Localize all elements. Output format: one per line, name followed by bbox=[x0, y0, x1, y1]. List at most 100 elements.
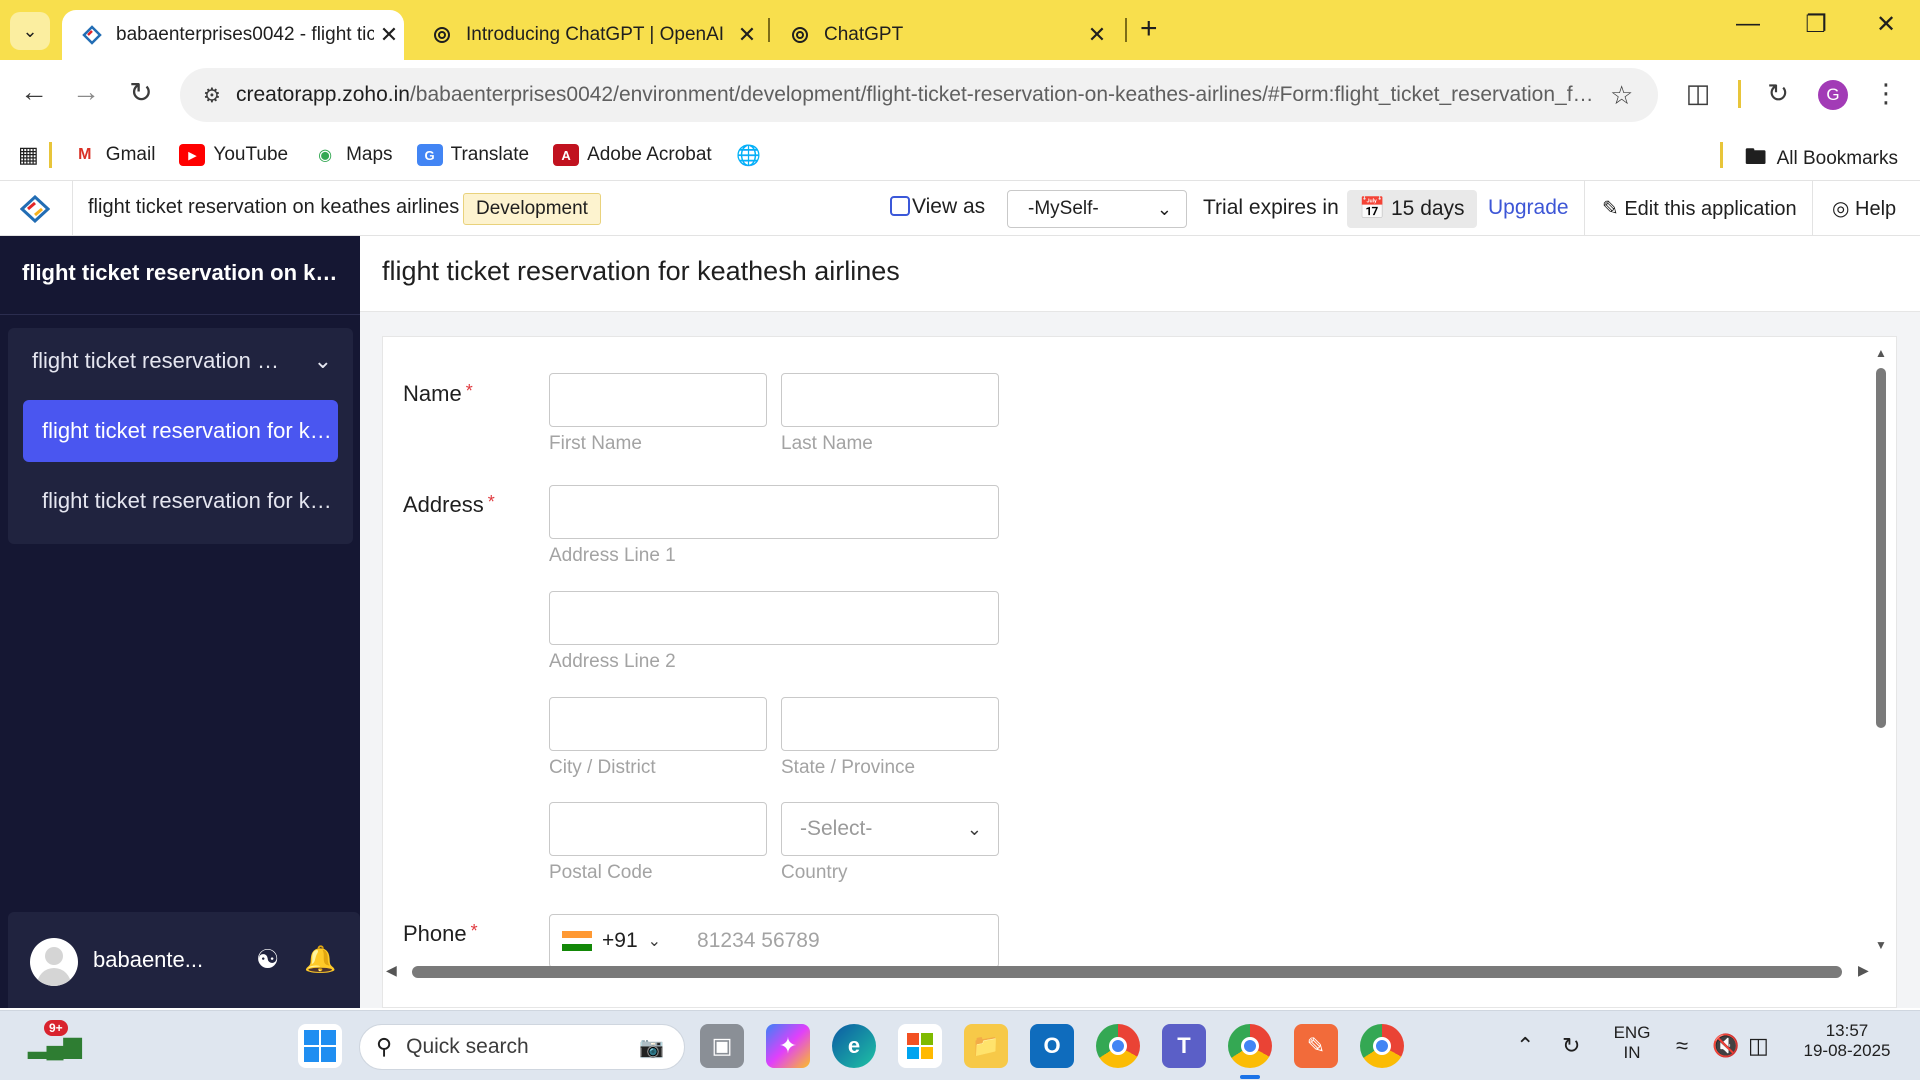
all-bookmarks-button[interactable]: 🖿 All Bookmarks bbox=[1745, 140, 1898, 178]
address-line2-input[interactable] bbox=[549, 591, 999, 645]
phone-input[interactable]: +91 ⌄ 81234 56789 bbox=[549, 914, 999, 968]
view-as-select[interactable]: -MySelf- ⌄ bbox=[1007, 190, 1187, 228]
microsoft-store-icon[interactable] bbox=[898, 1024, 942, 1068]
close-tab-icon[interactable]: ✕ bbox=[1082, 22, 1112, 48]
bookmark-gmail[interactable]: M Gmail bbox=[72, 144, 155, 166]
sidebar-item-report[interactable]: flight ticket reservation for keathesh a… bbox=[23, 470, 338, 532]
postal-code-input[interactable] bbox=[549, 802, 767, 856]
taskbar: ▂▄▆ ⚲ Quick search 📷 ▣ ✦ e 📁 O T ✎ ⌃ ↻ E… bbox=[0, 1010, 1920, 1080]
scroll-down-icon[interactable]: ▼ bbox=[1875, 938, 1887, 952]
scroll-up-icon[interactable]: ▲ bbox=[1875, 346, 1887, 360]
outlook-icon[interactable]: O bbox=[1030, 1024, 1074, 1068]
url-text[interactable]: creatorapp.zoho.in/babaenterprises0042/e… bbox=[236, 83, 1596, 107]
sidebar-item-form[interactable]: flight ticket reservation for keathesh a… bbox=[23, 400, 338, 462]
new-tab-button[interactable]: + bbox=[1140, 12, 1158, 46]
close-tab-icon[interactable]: ✕ bbox=[732, 22, 762, 48]
chrome-profile-icon[interactable] bbox=[1228, 1024, 1272, 1068]
close-window-icon[interactable]: ✕ bbox=[1866, 10, 1906, 39]
teams-icon[interactable]: T bbox=[1162, 1024, 1206, 1068]
bookmark-globe[interactable]: 🌐 bbox=[736, 144, 770, 167]
copilot-icon[interactable]: ✦ bbox=[766, 1024, 810, 1068]
region-code: IN bbox=[1623, 1043, 1641, 1062]
taskbar-search[interactable]: ⚲ Quick search 📷 bbox=[359, 1024, 685, 1070]
view-as-toggle[interactable]: View as bbox=[890, 195, 985, 219]
chrome-canary-icon[interactable] bbox=[1360, 1024, 1404, 1068]
forward-arrow-icon[interactable]: → bbox=[66, 76, 106, 108]
help-button[interactable]: ◎ Help bbox=[1832, 196, 1896, 221]
clock[interactable]: 13:57 19-08-2025 bbox=[1792, 1021, 1902, 1061]
last-name-input[interactable] bbox=[781, 373, 999, 427]
vertical-scroll-thumb[interactable] bbox=[1876, 368, 1886, 728]
reload-icon[interactable]: ↻ bbox=[121, 76, 161, 109]
site-info-icon[interactable]: ⚙ bbox=[188, 83, 236, 108]
name-label: Name * bbox=[403, 381, 473, 407]
scroll-left-icon[interactable]: ◀ bbox=[386, 962, 397, 979]
tab-title: Introducing ChatGPT | OpenAI bbox=[466, 24, 725, 45]
chrome-icon[interactable] bbox=[1096, 1024, 1140, 1068]
horizontal-scroll-thumb[interactable] bbox=[412, 966, 1842, 978]
paint-app-icon[interactable]: ✎ bbox=[1294, 1024, 1338, 1068]
sidebar-menu: flight ticket reservation for keathesh a… bbox=[8, 328, 353, 544]
sidebar: flight ticket reservation on keathes air… bbox=[0, 236, 360, 1008]
india-flag-icon[interactable] bbox=[562, 931, 592, 952]
extensions-icon[interactable]: ◫ bbox=[1680, 78, 1716, 109]
horizontal-scrollbar[interactable]: ◀ ▶ bbox=[382, 962, 1882, 980]
language-indicator[interactable]: ENG IN bbox=[1612, 1023, 1652, 1063]
chevron-up-icon[interactable]: ⌃ bbox=[1516, 1033, 1534, 1059]
user-name[interactable]: babaente... bbox=[93, 947, 203, 973]
wifi-icon[interactable]: ≈ bbox=[1676, 1033, 1688, 1059]
upgrade-link[interactable]: Upgrade bbox=[1488, 196, 1569, 220]
back-arrow-icon[interactable]: ← bbox=[14, 76, 54, 108]
bell-icon[interactable]: 🔔 bbox=[304, 944, 336, 975]
scroll-right-icon[interactable]: ▶ bbox=[1858, 962, 1869, 979]
battery-icon[interactable]: ◫ bbox=[1748, 1033, 1769, 1059]
restore-icon[interactable]: ❐ bbox=[1796, 10, 1836, 39]
performance-icon[interactable]: ↻ bbox=[1760, 78, 1796, 109]
tab-search-button[interactable]: ⌄ bbox=[10, 12, 50, 50]
tab-title: ChatGPT bbox=[824, 24, 904, 45]
bookmark-star-icon[interactable]: ☆ bbox=[1610, 80, 1633, 111]
search-icon: ⚲ bbox=[376, 1034, 393, 1059]
windows-start-icon[interactable] bbox=[298, 1024, 342, 1068]
browser-tab[interactable]: Introducing ChatGPT | OpenAI ✕ bbox=[412, 10, 762, 60]
menu-kebab-icon[interactable]: ⋮ bbox=[1868, 78, 1904, 109]
speaker-muted-icon[interactable]: 🔇 bbox=[1712, 1033, 1739, 1059]
bookmark-acrobat[interactable]: A Adobe Acrobat bbox=[553, 144, 712, 166]
city-input[interactable] bbox=[549, 697, 767, 751]
profile-avatar[interactable]: G bbox=[1818, 80, 1848, 110]
edge-icon[interactable]: e bbox=[832, 1024, 876, 1068]
accessibility-icon[interactable]: ☯ bbox=[256, 944, 279, 975]
file-explorer-icon[interactable]: 📁 bbox=[964, 1024, 1008, 1068]
minimize-icon[interactable]: — bbox=[1728, 10, 1768, 38]
browser-tab[interactable]: ChatGPT ✕ bbox=[770, 10, 1112, 60]
phone-country-code[interactable]: +91 bbox=[602, 929, 638, 953]
header-divider bbox=[1584, 181, 1585, 237]
camera-icon[interactable]: 📷 bbox=[639, 1035, 664, 1060]
sync-icon[interactable]: ↻ bbox=[1562, 1033, 1580, 1059]
chevron-down-icon[interactable]: ⌄ bbox=[648, 931, 661, 951]
sidebar-user-panel: babaente... ☯ 🔔 bbox=[8, 912, 360, 1008]
bookmark-translate[interactable]: G Translate bbox=[416, 144, 529, 166]
browser-tab-active[interactable]: babaenterprises0042 - flight ticket rese… bbox=[62, 10, 404, 60]
zoho-creator-logo-icon[interactable] bbox=[20, 195, 50, 223]
first-name-input[interactable] bbox=[549, 373, 767, 427]
vertical-scrollbar[interactable]: ▲ ▼ bbox=[1873, 346, 1889, 958]
task-view-icon[interactable]: ▣ bbox=[700, 1024, 744, 1068]
openai-favicon-icon bbox=[432, 25, 452, 45]
bookmark-maps[interactable]: ◉ Maps bbox=[312, 144, 392, 166]
view-as-checkbox[interactable] bbox=[890, 196, 910, 216]
edit-application-button[interactable]: ✎ Edit this application bbox=[1602, 196, 1797, 221]
phone-label: Phone * bbox=[403, 921, 478, 947]
globe-icon: 🌐 bbox=[736, 144, 762, 167]
bookmark-youtube[interactable]: ▶ YouTube bbox=[179, 144, 288, 166]
app-name: flight ticket reservation on keathes air… bbox=[88, 196, 460, 218]
country-select[interactable]: -Select- ⌄ bbox=[781, 802, 999, 856]
address-line1-input[interactable] bbox=[549, 485, 999, 539]
close-tab-icon[interactable]: ✕ bbox=[374, 22, 404, 48]
address-bar[interactable]: ⚙ creatorapp.zoho.in/babaenterprises0042… bbox=[180, 68, 1658, 122]
sidebar-section-header[interactable]: flight ticket reservation for keathesh a… bbox=[32, 348, 332, 374]
state-input[interactable] bbox=[781, 697, 999, 751]
apps-grid-icon[interactable]: ▦ bbox=[18, 142, 39, 168]
avatar[interactable] bbox=[30, 938, 78, 986]
youtube-icon: ▶ bbox=[179, 144, 206, 166]
